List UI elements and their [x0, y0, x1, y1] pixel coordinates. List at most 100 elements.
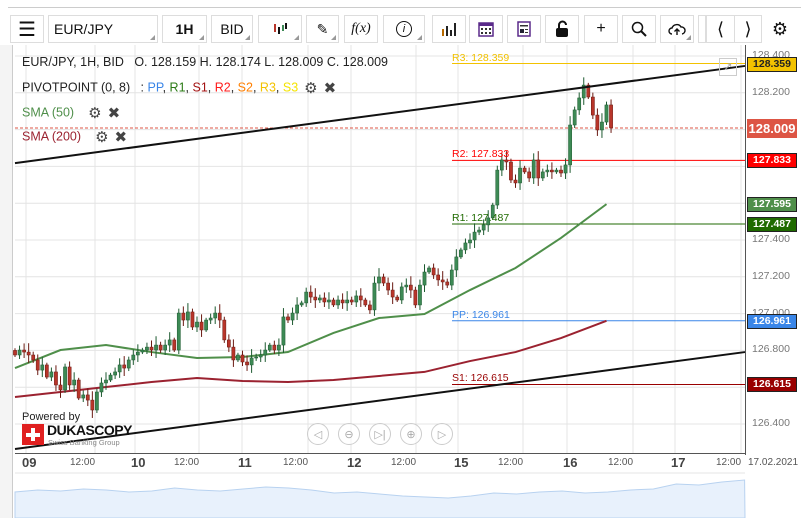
pivot-name: PIVOTPOINT (0, 8) [22, 80, 131, 95]
candle-body [395, 296, 400, 301]
candle [158, 341, 163, 354]
pivot-remove-icon[interactable]: ✖ [324, 79, 337, 97]
candle [49, 367, 54, 382]
time-tick-label: 10 [131, 455, 146, 470]
candle [472, 223, 477, 248]
candle [149, 340, 154, 356]
candle-body [372, 282, 377, 311]
candle-body [108, 374, 113, 381]
candle-body [217, 312, 222, 321]
scroll-left-button[interactable]: ◁ [307, 423, 329, 445]
pivot-label-r3: R3: 128.359 [452, 51, 510, 64]
candle [527, 167, 531, 182]
popout-icon: ↗ [723, 61, 733, 73]
price-chart[interactable] [0, 0, 801, 518]
candle-body [322, 297, 327, 303]
candle-body [67, 366, 72, 386]
zoom-out-icon: ⊖ [344, 428, 354, 441]
candle [240, 350, 245, 366]
candle [76, 377, 81, 401]
candle-body [454, 256, 459, 271]
candle-body [440, 279, 445, 283]
candle-body [418, 284, 422, 306]
candle-body [513, 179, 518, 184]
candle [445, 278, 450, 289]
candle [436, 268, 440, 286]
candle-body [390, 289, 395, 298]
sma50-settings-icon[interactable]: ⚙ [88, 104, 101, 122]
candle-body [495, 169, 500, 206]
candle [58, 376, 63, 398]
candle-body [204, 319, 208, 331]
candle [600, 113, 604, 138]
candle [126, 356, 131, 372]
reset-view-button[interactable]: ▷| [369, 423, 391, 445]
candle [258, 349, 263, 362]
triangle-right-icon: ▷ [437, 428, 447, 441]
pivot-item-s3: S3 [282, 80, 299, 95]
pivot-label-s1: S1: 126.615 [452, 372, 509, 385]
candle [454, 249, 459, 277]
candle [236, 352, 240, 362]
candle [167, 332, 172, 353]
candle-body [149, 346, 154, 351]
candle [422, 264, 427, 293]
candle-body [158, 344, 163, 351]
candle-body [167, 339, 172, 346]
skip-to-end-icon: ▷| [374, 428, 386, 441]
scroll-right-button[interactable]: ▷ [431, 423, 453, 445]
zoom-out-button[interactable]: ⊖ [338, 423, 360, 445]
price-box-s1: 126.615 [747, 377, 797, 393]
pivot-label-r2: R2: 127.833 [452, 148, 510, 161]
pivot-item-s1: S1 [192, 80, 208, 95]
candle-body [318, 297, 322, 301]
popout-button[interactable]: ↗ [719, 58, 737, 76]
sma200-settings-icon[interactable]: ⚙ [95, 128, 108, 146]
candle-body [22, 349, 26, 353]
navigator-area[interactable] [14, 479, 746, 518]
candle [554, 167, 559, 174]
candle-body [363, 299, 368, 306]
candle [117, 358, 122, 378]
candle-body [413, 289, 418, 306]
time-tick-label: 12:00 [391, 457, 417, 468]
candle [181, 306, 186, 327]
pivot-settings-icon[interactable]: ⚙ [304, 79, 317, 97]
candle-body [13, 350, 17, 356]
price-tick-label: 126.800 [752, 343, 790, 356]
legend-sma200: SMA (200) ⚙ ✖ [22, 128, 127, 146]
price-tick-label: 128.200 [752, 85, 790, 98]
candle-body [186, 311, 190, 321]
candle-body [131, 354, 136, 361]
candle-body [349, 299, 354, 303]
legend-pivot: PIVOTPOINT (0, 8) : PP, R1, S1, R2, S2, … [22, 79, 336, 97]
candle-body [600, 121, 604, 131]
candle [213, 306, 218, 324]
legend-ohlc: O. 128.159 H. 128.174 L. 128.009 C. 128.… [134, 55, 388, 69]
pivot-item-r2: R2 [214, 80, 231, 95]
comma: , [230, 80, 238, 95]
candle-body [368, 304, 372, 311]
candle [377, 268, 381, 292]
candle [172, 337, 177, 353]
zoom-in-button[interactable]: ⊕ [400, 423, 422, 445]
candle-body [140, 349, 145, 353]
dukascopy-logo [22, 424, 44, 445]
candle-body [468, 239, 472, 244]
candle [199, 314, 204, 337]
candle-body [595, 114, 600, 131]
price-box-r1: 127.487 [747, 216, 797, 232]
candle [559, 165, 563, 177]
candle [427, 265, 431, 275]
time-tick-label: 17.02.2021 [748, 457, 799, 468]
candle [208, 313, 213, 325]
sma200-remove-icon[interactable]: ✖ [115, 128, 128, 146]
candle [217, 304, 222, 328]
candle [295, 297, 299, 321]
candle-body [227, 339, 231, 348]
candle [327, 292, 331, 309]
candle-body [58, 384, 63, 391]
candle-body [327, 299, 331, 303]
candle [459, 247, 463, 259]
sma50-remove-icon[interactable]: ✖ [108, 104, 121, 122]
